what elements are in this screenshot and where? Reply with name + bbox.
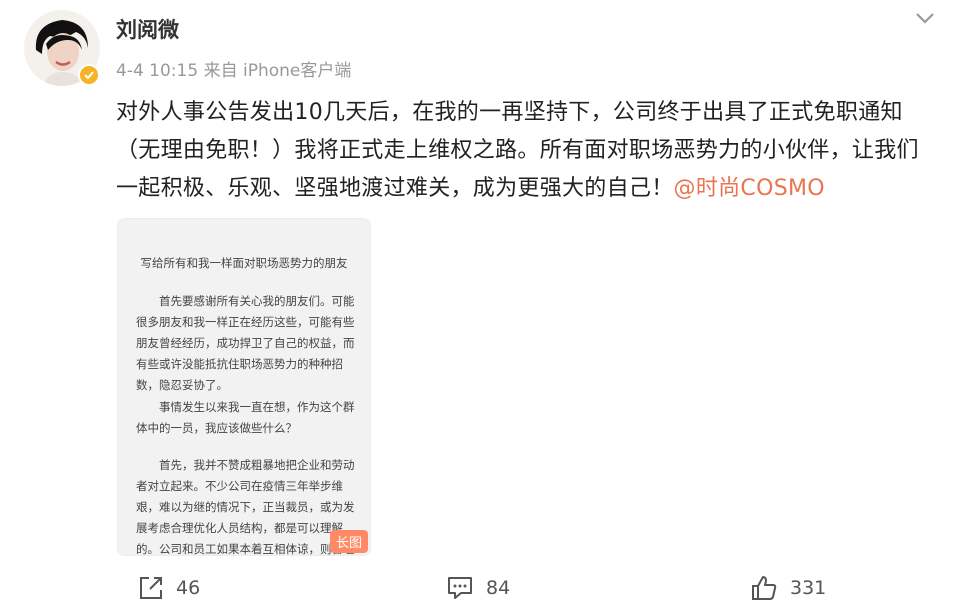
repost-button[interactable]: 46 [138,572,200,604]
mention-link[interactable]: @时尚COSMO [674,176,825,201]
post-source: 来自 iPhone客户端 [203,61,352,81]
thumbs-up-icon [752,576,777,600]
post-date: 4-4 10:15 [116,61,199,81]
long-image-preview[interactable]: 写给所有和我一样面对职场恶势力的朋友 首先要感谢所有关心我的朋友们。可能很多朋友… [117,218,371,556]
comment-icon [448,577,472,599]
repost-count: 46 [176,577,201,599]
action-bar: 46 84 331 [0,572,960,604]
chevron-down-icon[interactable] [912,8,938,28]
like-button[interactable]: 331 [750,572,826,604]
share-icon [140,577,162,599]
long-image-badge: 长图 [329,530,368,553]
author-name[interactable]: 刘阅微 [116,14,179,44]
comment-button[interactable]: 84 [446,572,510,604]
comment-count: 84 [486,577,511,599]
long-image-paragraph: 首先，我并不赞成粗暴地把企业和劳动者对立起来。不少公司在疫情三年举步维艰，难以为… [136,458,355,556]
post-meta: 4-4 10:15 来自 iPhone客户端 [116,56,351,81]
post-body: 对外人事公告发出10几天后，在我的一再坚持下，公司终于出具了正式免职通知（无理由… [116,94,936,208]
like-count: 331 [790,577,827,599]
verified-badge-icon [78,64,100,86]
long-image-paragraph: 首先要感谢所有关心我的朋友们。可能很多朋友和我一样正在经历这些，可能有些朋友曾经… [136,294,355,392]
long-image-title: 写给所有和我一样面对职场恶势力的朋友 [140,256,348,270]
avatar[interactable] [24,10,100,86]
long-image-paragraph: 事情发生以来我一直在想，作为这个群体中的一员，我应该做些什么？ [136,400,355,435]
